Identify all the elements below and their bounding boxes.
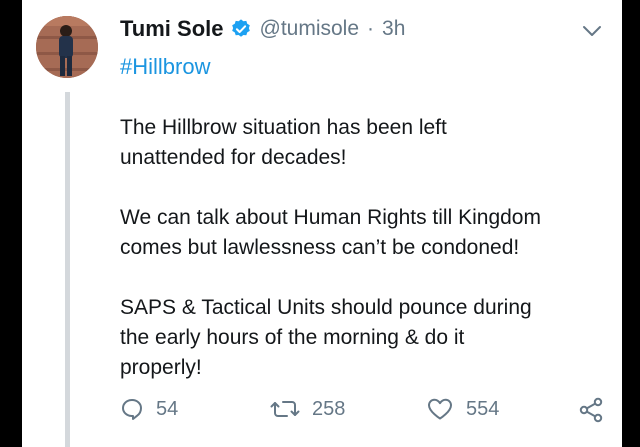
verified-badge-icon	[230, 18, 252, 40]
tweet-text: The Hillbrow situation has been left una…	[120, 113, 620, 413]
retweet-count: 258	[312, 397, 346, 420]
retweet-button[interactable]: 258	[270, 397, 345, 421]
avatar[interactable]	[36, 16, 98, 78]
timestamp[interactable]: 3h	[382, 17, 405, 41]
tweet-actions: 54 258 554	[120, 397, 620, 431]
retweet-icon	[270, 401, 300, 417]
avatar-image	[36, 16, 98, 78]
tweet-card: Tumi Sole @tumisole · 3h #Hillbrow The H…	[22, 0, 622, 447]
share-icon	[579, 397, 603, 423]
reply-button[interactable]: 54	[120, 397, 178, 421]
right-frame-border	[622, 0, 640, 447]
left-frame-border	[0, 0, 22, 447]
tweet-paragraph: We can talk about Human Rights till King…	[120, 206, 541, 259]
reply-count: 54	[156, 397, 179, 420]
tweet-header: Tumi Sole @tumisole · 3h	[120, 14, 405, 44]
tweet-paragraph: The Hillbrow situation has been left una…	[120, 116, 447, 169]
heart-icon	[428, 398, 452, 420]
tweet-paragraph: SAPS & Tactical Units should pounce duri…	[120, 296, 532, 379]
like-count: 554	[466, 397, 500, 420]
separator-dot: ·	[367, 17, 375, 40]
display-name[interactable]: Tumi Sole	[120, 16, 224, 42]
reply-icon	[122, 399, 142, 420]
chevron-down-icon[interactable]	[582, 24, 602, 38]
like-button[interactable]: 554	[426, 397, 499, 421]
hashtag-link[interactable]: #Hillbrow	[120, 54, 210, 80]
share-button[interactable]	[578, 397, 616, 423]
user-handle[interactable]: @tumisole	[260, 17, 360, 41]
thread-line	[65, 92, 70, 447]
